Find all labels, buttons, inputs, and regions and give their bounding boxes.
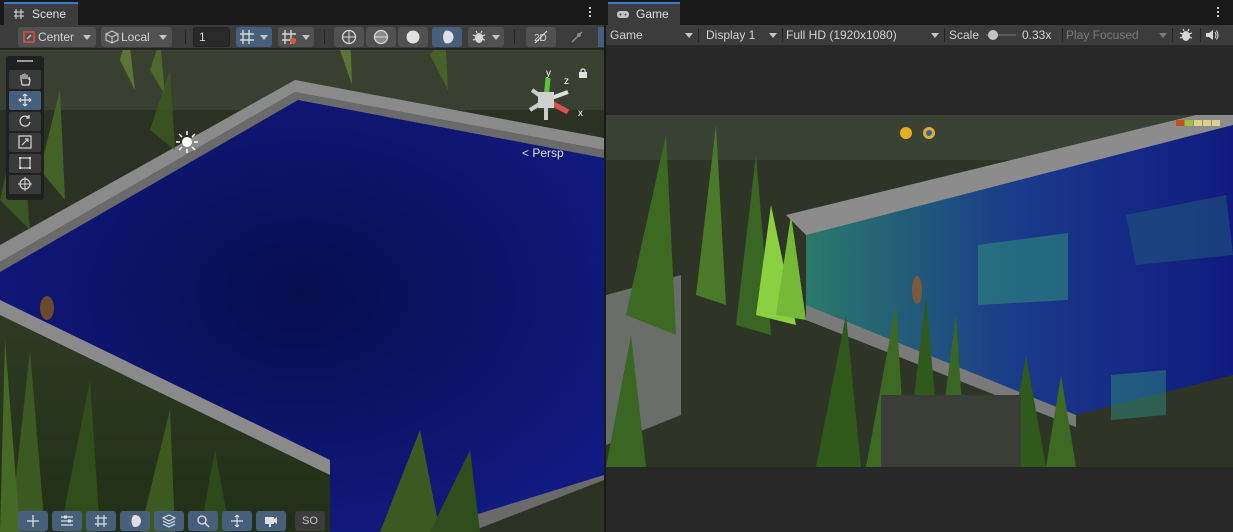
debug-draw-dropdown[interactable] [468, 27, 504, 47]
game-toolbar: Game Display 1 Full HD (1920x1080) Scale… [606, 25, 1233, 45]
grid-snap-toggle[interactable] [278, 27, 314, 47]
pivot-center-icon [23, 31, 35, 43]
resolution-dropdown[interactable]: Full HD (1920x1080) [786, 25, 942, 45]
rect-icon [19, 157, 31, 169]
speaker-icon[interactable] [1205, 28, 1219, 42]
game-viewport-background [606, 45, 1233, 532]
layers-icon [162, 514, 176, 528]
hash-icon [14, 9, 24, 19]
gizmo-y-label: y [546, 70, 551, 79]
light-gizmo-icon[interactable] [176, 131, 198, 153]
grid-icon [240, 30, 254, 44]
pivot-rotation-dropdown[interactable]: Local [101, 27, 172, 47]
bug-icon [472, 30, 486, 43]
gamepad-icon [617, 11, 629, 18]
search-overlay-button[interactable] [188, 511, 218, 531]
drag-handle-icon[interactable] [17, 60, 33, 62]
perspective-toggle[interactable]: < Persp [522, 146, 564, 160]
scene-render [0, 50, 604, 532]
perspective-label: Persp [532, 146, 564, 160]
hand-tool[interactable] [9, 70, 41, 89]
scale-slider[interactable] [986, 30, 1016, 40]
cube-icon [105, 30, 119, 44]
2d-toggle-icon: 2D [534, 30, 548, 44]
shaded-button[interactable] [432, 27, 462, 47]
scale-label: Scale [949, 28, 980, 42]
toggle-2d-button[interactable]: 2D [526, 27, 556, 47]
rotate-icon [19, 115, 31, 127]
display-dropdown[interactable]: Display 1 [706, 25, 780, 45]
camera-icon [265, 517, 277, 527]
grid-icon [95, 515, 107, 527]
game-character [912, 276, 922, 304]
tab-scene[interactable]: Scene [4, 2, 78, 25]
gizmo-z-label: z [564, 76, 569, 87]
game-tab-bar: Game [606, 0, 1233, 25]
shading-overlay-button[interactable] [120, 511, 150, 531]
scene-view-panel: Scene Center Local 1 2D y z x < Persp SO [0, 0, 604, 532]
transform-tool[interactable] [9, 175, 41, 194]
wireframe-sphere-icon [341, 29, 357, 45]
hand-icon [20, 73, 31, 86]
tab-scene-label: Scene [32, 7, 67, 21]
rect-tool[interactable] [9, 154, 41, 173]
scale-value: 0.33x [1022, 28, 1052, 42]
scene-character [40, 296, 54, 320]
lock-icon[interactable] [578, 68, 588, 78]
more-overflow-indicator [598, 27, 604, 47]
pivot-mode-dropdown[interactable]: Center [18, 27, 96, 47]
layers-overlay-button[interactable] [154, 511, 184, 531]
shading-icon [129, 515, 141, 527]
wireframe-button[interactable] [334, 27, 364, 47]
lighting-toggle-button[interactable] [562, 27, 592, 47]
orientation-gizmo[interactable]: y z x [520, 68, 590, 130]
bug-icon[interactable] [1178, 27, 1194, 43]
play-mode-dropdown[interactable]: Play Focused [1066, 25, 1170, 45]
navigate-overlay-button[interactable] [222, 511, 252, 531]
view-mode-dropdown[interactable]: Game [610, 25, 696, 45]
scale-icon [18, 135, 32, 149]
game-scene-image [606, 115, 1233, 467]
move-overlay-button[interactable] [18, 511, 48, 531]
gizmo-x-label: x [578, 108, 583, 119]
navigate-icon [231, 514, 243, 528]
scale-slider-thumb[interactable] [987, 30, 998, 40]
unlit-button[interactable] [398, 27, 428, 47]
search-icon [197, 515, 210, 528]
transform-icon [18, 177, 32, 191]
shaded-wireframe-button[interactable] [366, 27, 396, 47]
stone-block [881, 395, 1021, 467]
grid-overlay-button[interactable] [86, 511, 116, 531]
scale-tool[interactable] [9, 133, 41, 152]
snap-grid-icon [282, 30, 296, 44]
move-icon [18, 93, 32, 107]
light-off-icon [571, 31, 583, 43]
move-icon [27, 515, 39, 527]
game-view-panel: Game Game Display 1 Full HD (1920x1080) … [606, 0, 1233, 532]
kebab-menu-icon[interactable] [1214, 5, 1222, 19]
scene-viewport[interactable]: y z x < Persp [0, 50, 604, 532]
tools-overlay [6, 56, 44, 200]
shaded-sphere-icon [440, 30, 454, 44]
rotate-tool[interactable] [9, 112, 41, 131]
sliders-overlay-button[interactable] [52, 511, 82, 531]
camera-overlay-button[interactable] [256, 511, 286, 531]
shaded-wire-sphere-icon [373, 29, 389, 45]
grid-snap-field[interactable]: 1 [193, 27, 230, 47]
kebab-menu-icon[interactable] [586, 5, 594, 19]
tab-game[interactable]: Game [608, 2, 680, 25]
game-render[interactable] [606, 115, 1233, 467]
hud-status-bar [1176, 120, 1220, 126]
scene-toolbar: Center Local 1 2D [0, 25, 604, 49]
chevron-left-icon: < [522, 146, 530, 160]
scene-tab-bar: Scene [0, 0, 604, 25]
so-overlay-button[interactable]: SO [295, 511, 325, 531]
sliders-icon [61, 515, 73, 526]
tab-game-label: Game [636, 7, 669, 21]
solid-sphere-icon [406, 30, 420, 44]
move-tool[interactable] [9, 91, 41, 110]
grid-visibility-toggle[interactable] [236, 27, 272, 47]
